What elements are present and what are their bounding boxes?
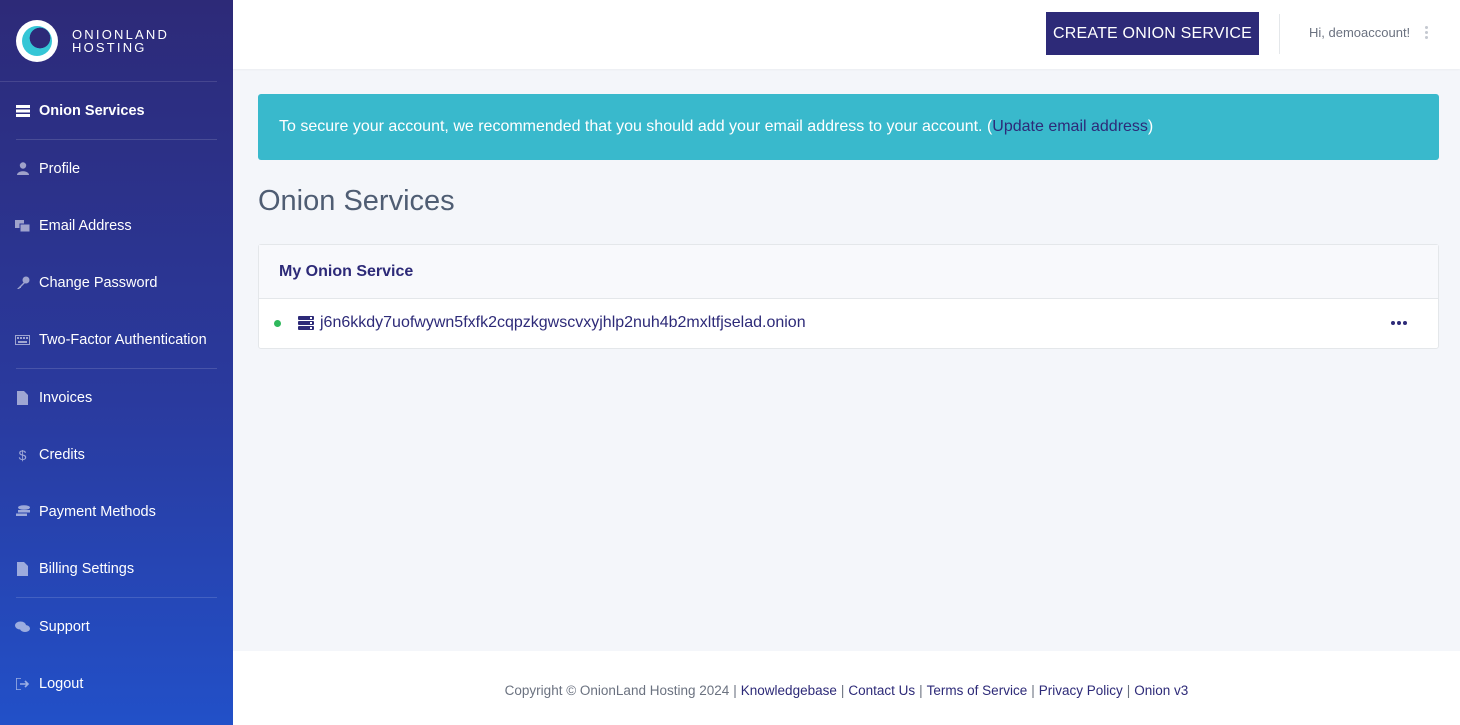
sidebar-item-email-address[interactable]: Email Address — [0, 197, 233, 254]
table-row: j6n6kkdy7uofwywn5fxfk2cqpzkgwscvxyjhlp2n… — [259, 299, 1438, 348]
sidebar-item-label: Profile — [39, 160, 81, 177]
status-online-dot-icon — [274, 320, 281, 327]
logout-icon — [15, 676, 30, 691]
brand-line-2: HOSTING — [72, 39, 147, 55]
sidebar-item-label: Payment Methods — [39, 503, 156, 520]
alert-text-end: ) — [1147, 118, 1154, 135]
sidebar-item-invoices[interactable]: Invoices — [0, 369, 233, 426]
key-icon — [15, 275, 30, 290]
footer-link-terms-of-service[interactable]: Terms of Service — [927, 683, 1028, 698]
brand[interactable]: ONIONLAND HOSTING — [0, 0, 217, 82]
sidebar-item-label: Billing Settings — [39, 560, 135, 577]
coins-icon — [15, 504, 30, 519]
onion-address-link[interactable]: j6n6kkdy7uofwywn5fxfk2cqpzkgwscvxyjhlp2n… — [320, 314, 806, 332]
sidebar-item-label: Logout — [39, 675, 84, 692]
user-greeting[interactable]: Hi, demoaccount! — [1309, 25, 1410, 40]
footer-copyright: Copyright © OnionLand Hosting 2024 — [504, 682, 730, 698]
more-options-icon[interactable] — [1391, 317, 1407, 329]
server-icon — [298, 316, 314, 330]
footer-link-privacy-policy[interactable]: Privacy Policy — [1039, 683, 1123, 698]
sidebar-item-label: Support — [39, 618, 90, 635]
sidebar-item-label: Email Address — [39, 217, 132, 234]
server-icon — [15, 103, 30, 118]
header-divider — [1279, 14, 1280, 54]
brand-name: ONIONLAND HOSTING — [72, 28, 169, 54]
file-icon — [15, 561, 30, 576]
chat-icon — [15, 619, 30, 634]
sidebar-item-label: Invoices — [39, 389, 93, 406]
sidebar-item-change-password[interactable]: Change Password — [0, 254, 233, 311]
alert-text: To secure your account, we recommended t… — [279, 118, 993, 135]
file-icon — [15, 390, 30, 405]
sidebar-item-profile[interactable]: Profile — [0, 140, 233, 197]
footer-link-contact-us[interactable]: Contact Us — [848, 683, 915, 698]
dollar-icon: $ — [18, 446, 27, 463]
onionland-logo-icon — [16, 19, 58, 62]
top-header: CREATE ONION SERVICE Hi, demoaccount! — [233, 0, 1460, 69]
onion-service-card: My Onion Service j6n6kkdy7uofwywn5fxfk2c… — [258, 244, 1439, 349]
brand-line-1: ONIONLAND — [72, 26, 170, 42]
sidebar-item-credits[interactable]: $ Credits — [0, 426, 233, 483]
footer-link-onion-v3[interactable]: Onion v3 — [1134, 683, 1188, 698]
sidebar: ONIONLAND HOSTING Onion Services Profile… — [0, 0, 233, 725]
email-alert: To secure your account, we recommended t… — [258, 94, 1439, 160]
create-onion-service-button[interactable]: CREATE ONION SERVICE — [1046, 12, 1259, 55]
sidebar-item-support[interactable]: Support — [0, 598, 233, 655]
card-header: My Onion Service — [259, 245, 1438, 299]
sidebar-item-two-factor-authentication[interactable]: Two-Factor Authentication — [0, 311, 233, 368]
update-email-link[interactable]: Update email address — [992, 118, 1148, 136]
sidebar-item-label: Onion Services — [39, 102, 145, 119]
sidebar-item-billing-settings[interactable]: Billing Settings — [0, 540, 233, 597]
sidebar-item-logout[interactable]: Logout — [0, 655, 233, 712]
footer: Copyright © OnionLand Hosting 2024 | Kno… — [233, 651, 1460, 725]
page-title: Onion Services — [258, 185, 455, 217]
user-icon — [15, 161, 30, 176]
envelope-icon — [15, 218, 30, 233]
sidebar-nav: Onion Services Profile Email Address Cha… — [0, 82, 233, 712]
keyboard-icon — [15, 332, 30, 347]
sidebar-item-label: Credits — [39, 446, 85, 463]
footer-link-knowledgebase[interactable]: Knowledgebase — [741, 683, 837, 698]
sidebar-item-label: Two-Factor Authentication — [39, 331, 207, 348]
sidebar-item-label: Change Password — [39, 274, 158, 291]
sidebar-item-payment-methods[interactable]: Payment Methods — [0, 483, 233, 540]
user-menu-kebab-icon[interactable] — [1421, 24, 1431, 44]
sidebar-item-onion-services[interactable]: Onion Services — [0, 82, 233, 139]
